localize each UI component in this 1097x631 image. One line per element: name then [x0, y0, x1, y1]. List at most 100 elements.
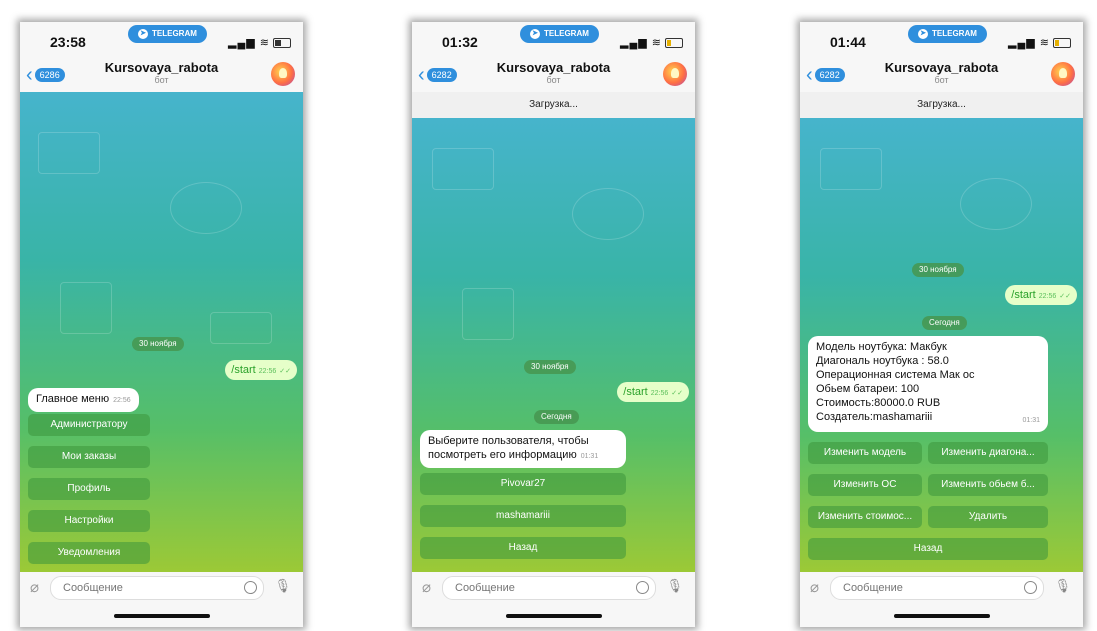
message-time: 01:31: [580, 453, 599, 460]
sticker-icon[interactable]: [636, 581, 649, 594]
status-time: 01:44: [830, 34, 866, 50]
message-input-bar: ⌀ 🎙: [800, 572, 1083, 602]
message-field[interactable]: [442, 576, 656, 600]
microphone-icon[interactable]: 🎙: [274, 578, 291, 594]
message-text: /start: [623, 386, 648, 398]
message-input[interactable]: [61, 577, 225, 599]
signal-icon: ▂▄▆: [620, 37, 648, 49]
telegram-plane-icon: ➤: [138, 28, 148, 39]
message-field[interactable]: [830, 576, 1044, 600]
keyboard-button-edit-battery[interactable]: Изменить обьем б...: [928, 474, 1048, 496]
lightbulb-icon: [279, 68, 287, 78]
read-check-icon: ✓✓: [279, 368, 291, 375]
signal-icon: ▂▄▆: [228, 37, 256, 49]
keyboard-button-user-mashamariii[interactable]: mashamariii: [420, 505, 626, 527]
phone-screen-1: 23:58 ➤ TELEGRAM ▂▄▆ ≋ ‹ 6286 Kursovaya_ra…: [20, 22, 303, 627]
bot-avatar[interactable]: [271, 62, 295, 86]
message-field[interactable]: [50, 576, 264, 600]
chat-subtitle: бот: [154, 75, 169, 85]
incoming-message[interactable]: Выберите пользователя, чтобы посмотреть …: [420, 430, 626, 468]
doodle-shape: [432, 148, 494, 190]
read-check-icon: ✓✓: [1059, 293, 1071, 300]
lightbulb-icon: [1059, 68, 1067, 78]
chat-title[interactable]: Kursovaya_rabota: [20, 60, 303, 75]
chat-header: ‹ 6282 Kursovaya_rabota бот: [800, 58, 1083, 92]
telegram-pill-label: TELEGRAM: [152, 29, 197, 38]
info-line-diagonal: Диагональ ноутбука : 58.0: [816, 355, 949, 367]
attach-icon[interactable]: ⌀: [30, 578, 39, 596]
doodle-shape: [462, 288, 514, 340]
message-input-bar: ⌀ 🎙: [412, 572, 695, 602]
system-icons: ▂▄▆ ≋: [228, 36, 291, 49]
incoming-message[interactable]: Главное меню 22:56: [28, 388, 139, 412]
chat-header: ‹ 6286 Kursovaya_rabota бот: [20, 58, 303, 92]
outgoing-message[interactable]: /start 22:56 ✓✓: [1005, 285, 1077, 305]
keyboard-button-back[interactable]: Назад: [808, 538, 1048, 560]
keyboard-button-edit-model[interactable]: Изменить модель: [808, 442, 922, 464]
info-line-price: Стоимость:80000.0 RUB: [816, 397, 941, 409]
keyboard-button-user-pivovar27[interactable]: Pivovar27: [420, 473, 626, 495]
signal-icon: ▂▄▆: [1008, 37, 1036, 49]
outgoing-message[interactable]: /start 22:56 ✓✓: [617, 382, 689, 402]
telegram-pill[interactable]: ➤ TELEGRAM: [908, 25, 987, 43]
doodle-shape: [820, 148, 882, 190]
microphone-icon[interactable]: 🎙: [1054, 578, 1071, 594]
status-bar: 01:44 ➤ TELEGRAM ▂▄▆ ≋: [800, 22, 1083, 58]
message-time: 22:56: [258, 368, 277, 375]
home-indicator-bar[interactable]: [893, 614, 990, 618]
sticker-icon[interactable]: [1024, 581, 1037, 594]
chat-title[interactable]: Kursovaya_rabota: [412, 60, 695, 75]
info-line-battery: Обьем батареи: 100: [816, 383, 920, 395]
telegram-pill[interactable]: ➤ TELEGRAM: [520, 25, 599, 43]
message-input[interactable]: [841, 577, 1005, 599]
keyboard-button-admin[interactable]: Администратору: [28, 414, 150, 436]
sticker-icon[interactable]: [244, 581, 257, 594]
outgoing-message[interactable]: /start 22:56 ✓✓: [225, 360, 297, 380]
message-time: 22:56: [1038, 293, 1057, 300]
microphone-icon[interactable]: 🎙: [666, 578, 683, 594]
doodle-shape: [210, 312, 272, 344]
battery-icon: [1053, 38, 1071, 49]
lightbulb-icon: [671, 68, 679, 78]
attach-icon[interactable]: ⌀: [422, 578, 431, 596]
home-indicator-bar[interactable]: [113, 614, 210, 618]
date-separator: Сегодня: [922, 316, 967, 330]
keyboard-button-back[interactable]: Назад: [420, 537, 626, 559]
telegram-plane-icon: ➤: [530, 28, 540, 39]
chat-title[interactable]: Kursovaya_rabota: [800, 60, 1083, 75]
message-time: 22:56: [650, 390, 669, 397]
doodle-shape: [170, 182, 242, 234]
doodle-shape: [38, 132, 100, 174]
keyboard-button-edit-os[interactable]: Изменить ОС: [808, 474, 922, 496]
date-separator: 30 ноября: [524, 360, 576, 374]
info-line-creator: Создатель:mashamariii 01:31: [816, 410, 1040, 424]
bot-avatar[interactable]: [1051, 62, 1075, 86]
doodle-shape: [960, 178, 1032, 230]
message-text: Главное меню: [36, 393, 110, 405]
status-time: 23:58: [50, 34, 86, 50]
wifi-icon: ≋: [1039, 37, 1050, 49]
chat-area: 30 ноября /start 22:56 ✓✓ Сегодня Модель н…: [800, 118, 1083, 572]
telegram-pill[interactable]: ➤ TELEGRAM: [128, 25, 207, 43]
loading-banner: Загрузка...: [412, 92, 695, 118]
phone-screen-3: 01:44 ➤ TELEGRAM ▂▄▆ ≋ ‹ 6282 Kursovaya_ra…: [800, 22, 1083, 627]
message-input[interactable]: [453, 577, 617, 599]
info-line-os: Операционная система Мак ос: [816, 369, 975, 381]
info-line-model: Модель ноутбука: Макбук: [816, 341, 947, 353]
chat-subtitle: бот: [546, 75, 561, 85]
keyboard-button-settings[interactable]: Настройки: [28, 510, 150, 532]
keyboard-button-edit-price[interactable]: Изменить стоимос...: [808, 506, 922, 528]
keyboard-button-orders[interactable]: Мои заказы: [28, 446, 150, 468]
keyboard-button-notifications[interactable]: Уведомления: [28, 542, 150, 564]
keyboard-button-delete[interactable]: Удалить: [928, 506, 1048, 528]
keyboard-button-edit-diagonal[interactable]: Изменить диагона...: [928, 442, 1048, 464]
keyboard-button-profile[interactable]: Профиль: [28, 478, 150, 500]
home-indicator: [20, 602, 303, 627]
phone-screen-2: 01:32 ➤ TELEGRAM ▂▄▆ ≋ ‹ 6282 Kursovaya_ra…: [412, 22, 695, 627]
home-indicator-bar[interactable]: [505, 614, 602, 618]
incoming-message[interactable]: Модель ноутбука: Макбук Диагональ ноутбу…: [808, 336, 1048, 432]
bot-avatar[interactable]: [663, 62, 687, 86]
attach-icon[interactable]: ⌀: [810, 578, 819, 596]
telegram-pill-label: TELEGRAM: [932, 29, 977, 38]
chat-area: 30 ноября /start 22:56 ✓✓ Главное меню 22:5…: [20, 92, 303, 572]
